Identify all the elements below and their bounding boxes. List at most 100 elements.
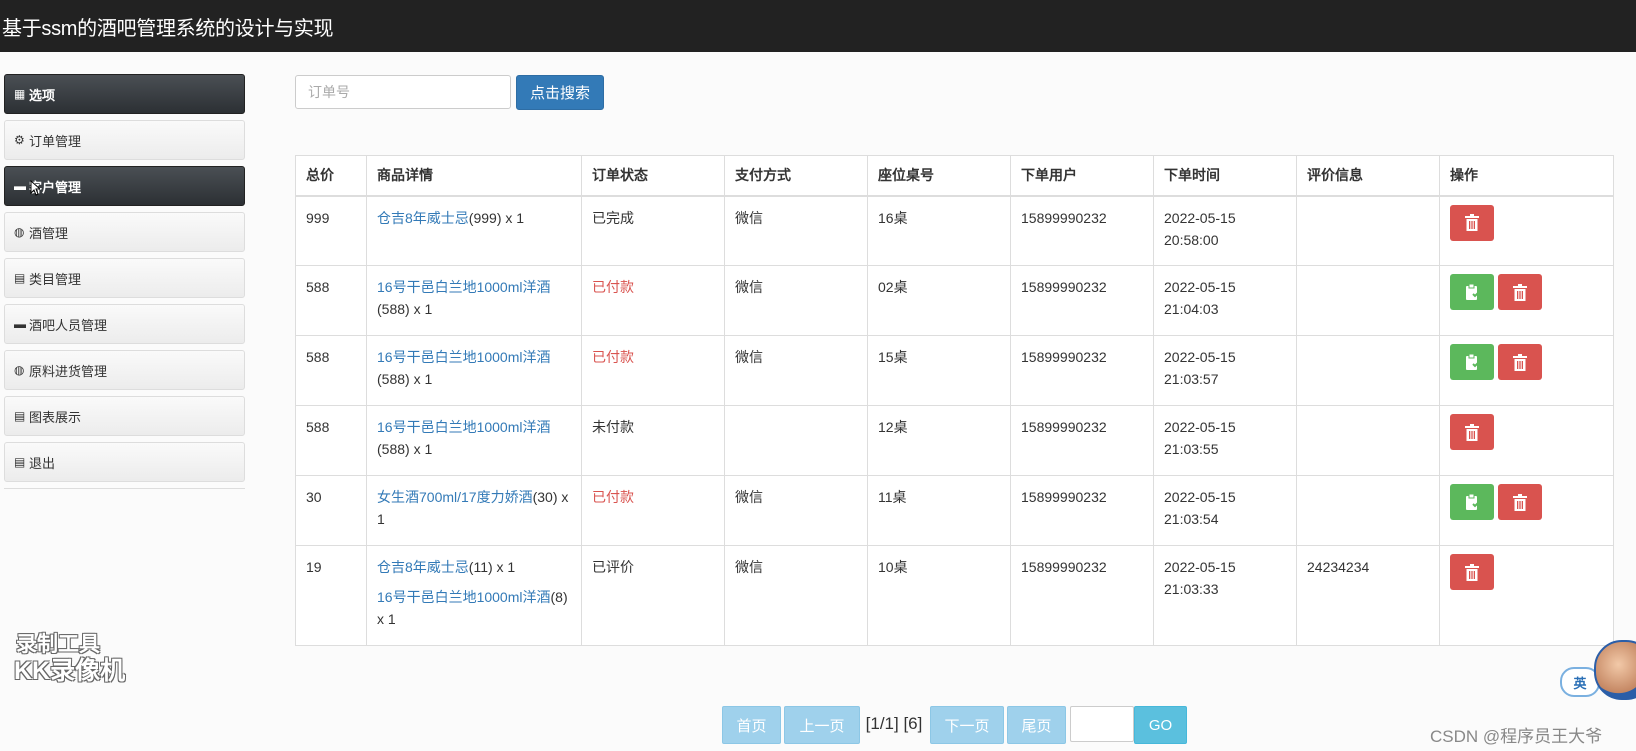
cell-total: 30: [295, 475, 367, 546]
trash-icon: [1513, 493, 1527, 511]
sidebar-item-label: 退出: [29, 455, 56, 471]
cell-total: 588: [295, 405, 367, 476]
product-link[interactable]: 仓吉8年威士忌: [377, 559, 469, 575]
header-order-time: 下单时间: [1153, 155, 1297, 197]
cell-seat-number: 16桌: [867, 195, 1011, 266]
clipboard-check-icon: [1466, 353, 1480, 370]
cell-product-details: 16号干邑白兰地1000ml洋酒 (588) x 1: [366, 265, 582, 336]
cell-user: 15899990232: [1010, 265, 1154, 336]
cell-review: [1296, 265, 1440, 336]
order-time: 21:03:55: [1164, 441, 1219, 457]
order-number-search-input[interactable]: [295, 75, 511, 109]
confirm-order-button[interactable]: [1450, 484, 1494, 520]
cell-seat-number: 12桌: [867, 405, 1011, 476]
calendar-icon: ▤: [14, 409, 26, 423]
product-quantity: (588) x 1: [377, 371, 433, 387]
sidebar-item-orders[interactable]: ⚙ 订单管理: [4, 120, 245, 160]
product-link[interactable]: 仓吉8年威士忌: [377, 210, 469, 226]
cell-payment-method: 微信: [724, 475, 868, 546]
sidebar-item-logout[interactable]: ▤ 退出: [4, 442, 245, 482]
sidebar-item-options[interactable]: ▦ 选项: [4, 74, 245, 114]
confirm-order-button[interactable]: [1450, 344, 1494, 380]
product-link[interactable]: 16号干邑白兰地1000ml洋酒: [377, 419, 551, 435]
cell-review: 24234234: [1296, 545, 1440, 646]
cell-total: 588: [295, 335, 367, 406]
table-header-row: 总价 商品详情 订单状态 支付方式 座位桌号 下单用户 下单时间 评价信息 操作: [295, 155, 1614, 197]
orders-table: 总价 商品详情 订单状态 支付方式 座位桌号 下单用户 下单时间 评价信息 操作…: [295, 155, 1614, 646]
table-row: 30 女生酒700ml/17度力娇酒(30) x 1 已付款 微信 11桌 1589999…: [295, 475, 1614, 546]
cell-order-status: 已付款: [581, 475, 725, 546]
header-total: 总价: [295, 155, 367, 197]
cell-actions: [1439, 335, 1614, 406]
sidebar-item-label: 酒管理: [29, 225, 69, 241]
sidebar-item-wine[interactable]: ◍ 酒管理: [4, 212, 245, 252]
product-line: 16号干邑白兰地1000ml洋酒(8) x 1: [377, 586, 571, 630]
app-title: 基于ssm的酒吧管理系统的设计与实现: [2, 18, 334, 40]
calendar-icon: ▤: [14, 455, 26, 469]
order-time: 21:03:33: [1164, 581, 1219, 597]
action-buttons: [1450, 414, 1603, 450]
delete-order-button[interactable]: [1450, 414, 1494, 450]
sidebar-item-charts[interactable]: ▤ 图表展示: [4, 396, 245, 436]
product-link[interactable]: 女生酒700ml/17度力娇酒: [377, 489, 533, 505]
cell-order-status: 已付款: [581, 265, 725, 336]
sidebar-item-customers[interactable]: ▬ 客户管理: [4, 166, 245, 206]
go-button[interactable]: GO: [1134, 706, 1187, 744]
grid-icon: ▦: [14, 87, 26, 101]
header-actions: 操作: [1439, 155, 1614, 197]
header-seat-number: 座位桌号: [867, 155, 1011, 197]
delete-order-button[interactable]: [1498, 274, 1542, 310]
first-page-button[interactable]: 首页: [722, 706, 781, 744]
table-row: 588 16号干邑白兰地1000ml洋酒 (588) x 1 已付款 微信 02桌 1589…: [295, 265, 1614, 336]
search-button[interactable]: 点击搜索: [516, 75, 604, 110]
next-page-button[interactable]: 下一页: [930, 706, 1004, 744]
sidebar-item-category[interactable]: ▤ 类目管理: [4, 258, 245, 298]
sidebar-item-purchase[interactable]: ◍ 原料进货管理: [4, 350, 245, 390]
delete-order-button[interactable]: [1498, 344, 1542, 380]
cell-payment-method: 微信: [724, 265, 868, 336]
csdn-credit: CSDN @程序员王大爷: [1430, 727, 1603, 746]
delete-order-button[interactable]: [1498, 484, 1542, 520]
trash-icon: [1513, 283, 1527, 301]
cell-actions: [1439, 265, 1614, 336]
page-number-input[interactable]: [1070, 706, 1134, 742]
product-quantity: (588) x 1: [377, 301, 433, 317]
delete-order-button[interactable]: [1450, 554, 1494, 590]
cell-actions: [1439, 405, 1614, 476]
trash-icon: [1465, 563, 1479, 581]
sidebar-item-label: 图表展示: [29, 409, 82, 425]
order-time: 21:03:57: [1164, 371, 1219, 387]
sidebar-item-label: 酒吧人员管理: [29, 317, 108, 333]
order-date: 2022-05-15: [1164, 209, 1236, 226]
product-link[interactable]: 16号干邑白兰地1000ml洋酒: [377, 589, 551, 605]
header-user: 下单用户: [1010, 155, 1154, 197]
last-page-button[interactable]: 尾页: [1007, 706, 1066, 744]
action-buttons: [1450, 344, 1603, 380]
recorder-watermark-line1: 录制工具: [16, 633, 100, 656]
card-icon: ▬: [14, 179, 26, 193]
product-link[interactable]: 16号干邑白兰地1000ml洋酒: [377, 349, 551, 365]
cell-order-time: 2022-05-15 20:58:00: [1153, 195, 1297, 266]
product-link[interactable]: 16号干邑白兰地1000ml洋酒: [377, 279, 551, 295]
product-quantity: (588) x 1: [377, 441, 433, 457]
calendar-icon: ▤: [14, 271, 26, 285]
cell-review: [1296, 335, 1440, 406]
product-line: 女生酒700ml/17度力娇酒(30) x 1: [377, 486, 571, 530]
order-time: 21:04:03: [1164, 301, 1219, 317]
table-row: 588 16号干邑白兰地1000ml洋酒 (588) x 1 已付款 微信 15桌 1589…: [295, 335, 1614, 406]
sidebar-item-staff[interactable]: ▬ 酒吧人员管理: [4, 304, 245, 344]
sidebar-item-label: 原料进货管理: [29, 363, 108, 379]
cell-order-time: 2022-05-15 21:03:33: [1153, 545, 1297, 646]
delete-order-button[interactable]: [1450, 204, 1494, 241]
cell-review: [1296, 195, 1440, 266]
sidebar-divider: [4, 488, 245, 489]
cell-total: 19: [295, 545, 367, 646]
cell-product-details: 仓吉8年威士忌(11) x 1 16号干邑白兰地1000ml洋酒(8) x 1: [366, 545, 582, 646]
gear-icon: ⚙: [14, 133, 25, 147]
action-buttons: [1450, 484, 1603, 520]
product-line: 16号干邑白兰地1000ml洋酒 (588) x 1: [377, 276, 571, 320]
mouse-cursor-icon: [30, 180, 40, 196]
order-time: 21:03:54: [1164, 511, 1219, 527]
prev-page-button[interactable]: 上一页: [784, 706, 860, 744]
confirm-order-button[interactable]: [1450, 274, 1494, 310]
